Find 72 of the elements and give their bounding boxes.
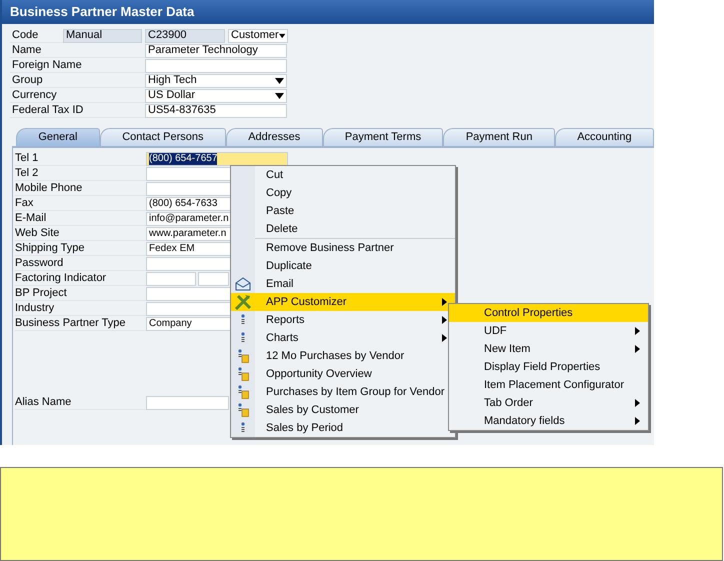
field-label: Password — [15, 256, 146, 270]
submenu-arrow-icon — [635, 399, 640, 407]
input-field[interactable] — [146, 182, 231, 196]
submenu-arrow-icon — [442, 334, 447, 342]
input-field[interactable]: (800) 654-7657 — [146, 152, 288, 166]
tools-icon — [234, 294, 252, 310]
input-field[interactable] — [146, 272, 196, 286]
field-label: E-Mail — [15, 212, 146, 226]
input-field[interactable] — [146, 302, 231, 316]
report-icon — [238, 349, 248, 363]
tab[interactable]: Accounting — [554, 128, 654, 146]
input-field[interactable]: www.parameter.n — [146, 226, 231, 240]
field-label: Alias Name — [15, 396, 146, 410]
input-field[interactable]: info@parameter.n — [146, 212, 231, 226]
field-label: Tel 1 — [15, 152, 146, 166]
report-icon — [238, 367, 248, 381]
submenu-arrow-icon — [635, 417, 640, 425]
field-label: Federal Tax ID — [10, 104, 145, 118]
tab[interactable]: Payment Terms — [322, 128, 444, 146]
input-field[interactable] — [146, 256, 231, 270]
field-label: Currency — [10, 88, 145, 102]
tab[interactable]: Payment Run — [443, 128, 555, 146]
caret-icon — [278, 32, 285, 38]
field-label: Business Partner Type — [15, 316, 146, 330]
series-field[interactable]: Manual — [63, 28, 142, 42]
menu-item[interactable]: Email — [231, 275, 455, 293]
tab[interactable]: Contact Persons — [100, 128, 226, 146]
input-field[interactable]: Parameter Technology — [145, 44, 287, 58]
input-field[interactable]: (800) 654-7633 — [146, 196, 231, 210]
report-icon — [241, 332, 245, 344]
input-field[interactable]: Fedex EM — [146, 242, 231, 256]
input-field[interactable] — [146, 166, 231, 180]
window-title: Business Partner Master Data — [2, 0, 654, 24]
tab[interactable]: Addresses — [226, 128, 323, 146]
field-label: Name — [10, 44, 145, 58]
field-label: Foreign Name — [10, 58, 145, 72]
field-label: Factoring Indicator — [15, 272, 146, 286]
report-icon — [241, 422, 245, 434]
field-label: BP Project — [15, 286, 146, 300]
submenu-arrow-icon — [635, 345, 640, 353]
field-label: Industry — [15, 302, 146, 316]
field-label: Tel 2 — [15, 166, 146, 180]
menu-item[interactable]: Delete — [231, 220, 455, 238]
menu-item[interactable]: Control Properties — [449, 304, 648, 322]
code-field[interactable]: C23900 — [145, 28, 225, 42]
input-field[interactable] — [146, 286, 231, 300]
menu-item[interactable]: Copy — [231, 184, 455, 202]
field-label: Mobile Phone — [15, 182, 146, 196]
type-dropdown[interactable]: Customer — [228, 28, 288, 42]
input-field[interactable]: Company — [146, 316, 231, 330]
dropdown-field[interactable]: US Dollar — [145, 88, 287, 102]
menu-item[interactable]: Remove Business Partner — [231, 239, 455, 257]
submenu-arrow-icon — [442, 298, 447, 306]
report-icon — [238, 385, 248, 399]
submenu-arrow-icon — [442, 316, 447, 324]
input-field[interactable] — [198, 272, 229, 286]
tab[interactable]: General — [16, 128, 100, 146]
menu-item[interactable]: Paste — [231, 202, 455, 220]
submenu-arrow-icon — [635, 327, 640, 335]
report-icon — [238, 403, 248, 417]
menu-item[interactable]: APP Customizer — [231, 293, 455, 311]
input-field[interactable] — [146, 396, 229, 410]
input-field[interactable]: US54-837635 — [145, 104, 287, 118]
report-icon — [241, 314, 245, 326]
field-label: Shipping Type — [15, 242, 146, 256]
input-field[interactable] — [145, 58, 287, 72]
field-label: Web Site — [15, 226, 146, 240]
field-label: Fax — [15, 196, 146, 210]
menu-item[interactable]: Cut — [231, 166, 455, 184]
dropdown-field[interactable]: High Tech — [145, 74, 287, 88]
menu-item[interactable]: Duplicate — [231, 257, 455, 275]
field-label: Group — [10, 74, 145, 88]
